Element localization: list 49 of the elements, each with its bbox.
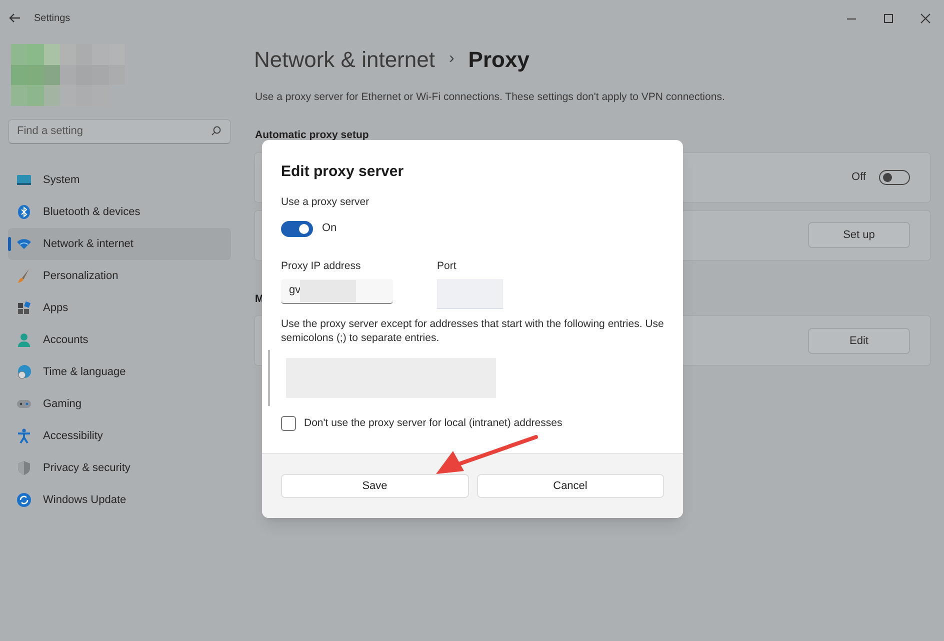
bluetooth-icon xyxy=(16,204,32,220)
sidebar-item[interactable]: Accounts xyxy=(8,324,231,356)
sidebar-item[interactable]: Network & internet xyxy=(8,228,231,260)
search-icon xyxy=(211,126,221,136)
field-label: Use a proxy server xyxy=(281,194,370,210)
dialog-button[interactable]: Save xyxy=(281,474,468,498)
window-title: Settings xyxy=(34,12,70,26)
shield-icon xyxy=(16,460,32,476)
field-label: Port xyxy=(437,258,458,274)
sidebar-item[interactable]: Accessibility xyxy=(8,420,231,452)
apps-icon xyxy=(16,300,32,316)
sidebar-item[interactable]: Bluetooth & devices xyxy=(8,196,231,228)
card-button[interactable]: Edit xyxy=(808,328,910,354)
field-label: Proxy IP address xyxy=(281,258,362,274)
checkbox[interactable] xyxy=(281,416,296,431)
exceptions-label: Use the proxy server except for addresses that start with the following entries. Use semicolons (;) to separate entries. xyxy=(281,316,665,344)
section-heading: Automatic proxy setup xyxy=(255,128,369,143)
sidebar-item[interactable]: Apps xyxy=(8,292,231,324)
maximize-button[interactable] xyxy=(883,12,894,24)
toggle-switch[interactable] xyxy=(879,170,910,184)
toggle-label: Off xyxy=(852,170,866,185)
sync-icon xyxy=(16,492,32,508)
checkbox-label: Don't use the proxy server for local (intranet) addresses xyxy=(304,416,562,430)
sidebar-item[interactable]: Windows Update xyxy=(8,484,231,516)
toggle-switch[interactable] xyxy=(281,220,313,236)
card-button[interactable]: Set up xyxy=(808,222,910,248)
sidebar-item[interactable]: System xyxy=(8,164,231,196)
wifi-icon xyxy=(16,236,32,252)
sidebar-item[interactable]: Privacy & security xyxy=(8,452,231,484)
monitor-icon xyxy=(16,172,32,188)
globe-clock-icon xyxy=(16,364,32,380)
sidebar-item[interactable]: Time & language xyxy=(8,356,231,388)
breadcrumb-separator: › xyxy=(448,49,454,69)
dialog-title: Edit proxy server xyxy=(281,162,405,182)
toggle-label: On xyxy=(322,221,337,236)
page-title: Proxy xyxy=(468,46,530,74)
back-button[interactable] xyxy=(9,12,21,24)
input-field[interactable]: gv xyxy=(281,278,393,304)
sidebar-item[interactable]: Personalization xyxy=(8,260,231,292)
sidebar-item[interactable]: Gaming xyxy=(8,388,231,420)
close-button[interactable] xyxy=(920,12,931,24)
page-description: Use a proxy server for Ethernet or Wi-Fi connections. These settings don't apply to VPN connections. xyxy=(255,90,726,105)
search-field[interactable]: Find a setting xyxy=(8,118,231,144)
redacted-block xyxy=(437,278,503,308)
accessibility-icon xyxy=(16,428,32,444)
person-icon xyxy=(16,332,32,348)
breadcrumb-link[interactable]: Network & internet xyxy=(254,42,435,76)
redacted-block xyxy=(300,280,356,302)
dialog-button[interactable]: Cancel xyxy=(476,474,664,498)
